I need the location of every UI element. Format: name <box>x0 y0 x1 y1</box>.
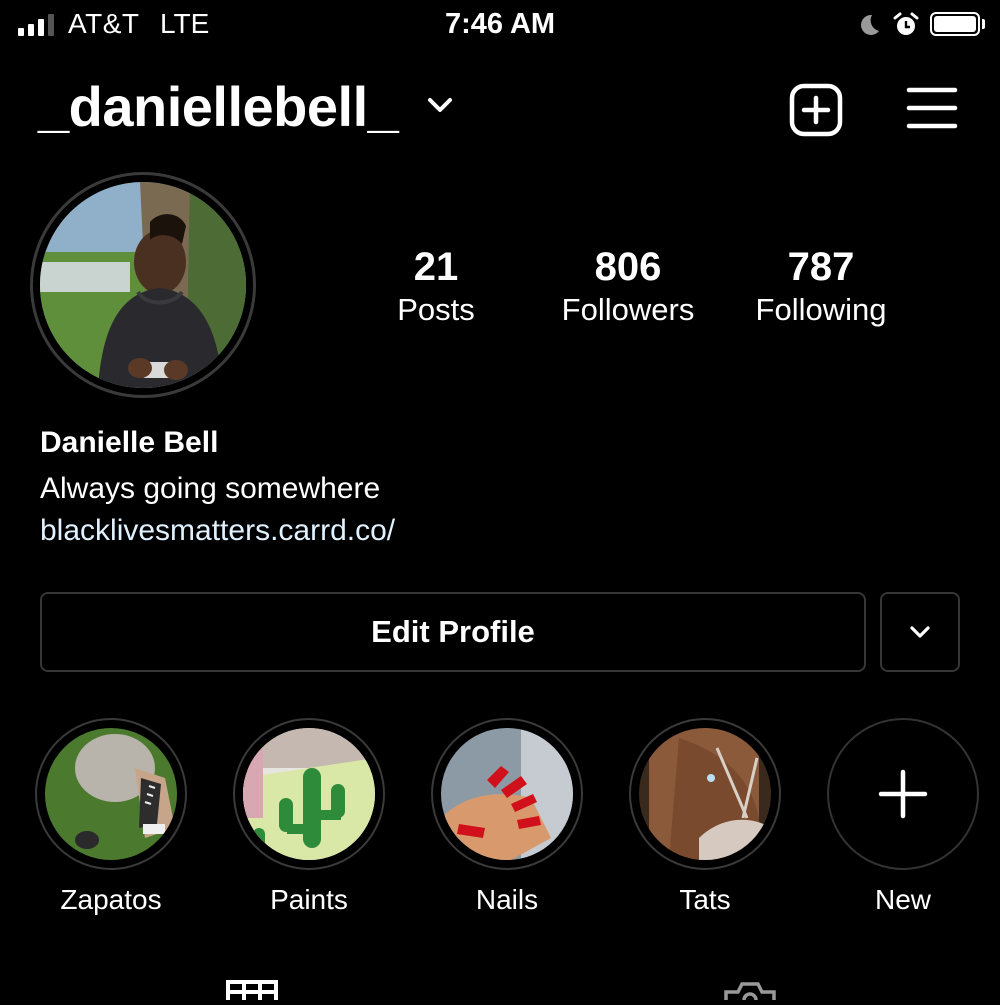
highlight-tats[interactable]: Tats <box>627 718 783 916</box>
followers-label: Followers <box>561 292 695 327</box>
battery-icon <box>930 12 980 36</box>
moon-icon <box>856 12 882 43</box>
profile-full-name: Danielle Bell <box>40 426 219 459</box>
stat-followers[interactable]: 806 Followers <box>538 244 718 330</box>
following-count: 787 <box>787 245 855 289</box>
posts-label: Posts <box>397 292 475 327</box>
new-highlight-ring <box>827 718 979 870</box>
tagged-icon[interactable] <box>722 980 778 1005</box>
chevron-down-icon[interactable] <box>426 96 454 119</box>
highlight-cover-image <box>441 728 573 860</box>
bio-link[interactable]: blacklivesmatters.carrd.co/ <box>40 514 395 548</box>
chevron-down-icon <box>910 626 930 638</box>
stat-following[interactable]: 787 Following <box>731 244 911 330</box>
highlight-ring <box>35 718 187 870</box>
highlight-zapatos[interactable]: Zapatos <box>33 718 189 916</box>
highlight-cover-image <box>243 728 375 860</box>
highlight-label: Paints <box>270 884 348 915</box>
battery-tip <box>982 19 985 29</box>
highlight-label: Tats <box>679 884 731 915</box>
highlight-cover-image <box>45 728 177 860</box>
highlight-ring <box>629 718 781 870</box>
posts-count: 21 <box>413 245 459 289</box>
highlight-ring <box>431 718 583 870</box>
highlight-nails[interactable]: Nails <box>429 718 585 916</box>
grid-icon[interactable] <box>226 980 278 1005</box>
avatar[interactable] <box>40 182 246 388</box>
status-bar: AT&T LTE 7:46 AM <box>0 0 1000 52</box>
alarm-icon <box>892 11 920 44</box>
highlight-label: Zapatos <box>60 884 162 915</box>
highlight-new[interactable]: New <box>825 718 981 916</box>
highlight-paints[interactable]: Paints <box>231 718 387 916</box>
menu-icon[interactable] <box>906 86 958 130</box>
plus-square-icon[interactable] <box>788 82 844 138</box>
username-title[interactable]: _daniellebell_ <box>38 74 399 139</box>
clock: 7:46 AM <box>444 8 556 40</box>
edit-profile-button[interactable]: Edit Profile <box>40 592 866 672</box>
plus-icon <box>878 769 928 819</box>
highlight-label: New <box>874 884 931 915</box>
stat-posts[interactable]: 21 Posts <box>346 244 526 330</box>
followers-count: 806 <box>594 245 662 289</box>
highlight-cover-image <box>639 728 771 860</box>
bio-text: Always going somewhere <box>40 472 381 505</box>
highlight-label: Nails <box>475 884 539 915</box>
suggested-dropdown-button[interactable] <box>880 592 960 672</box>
following-label: Following <box>755 292 887 327</box>
highlight-ring <box>233 718 385 870</box>
